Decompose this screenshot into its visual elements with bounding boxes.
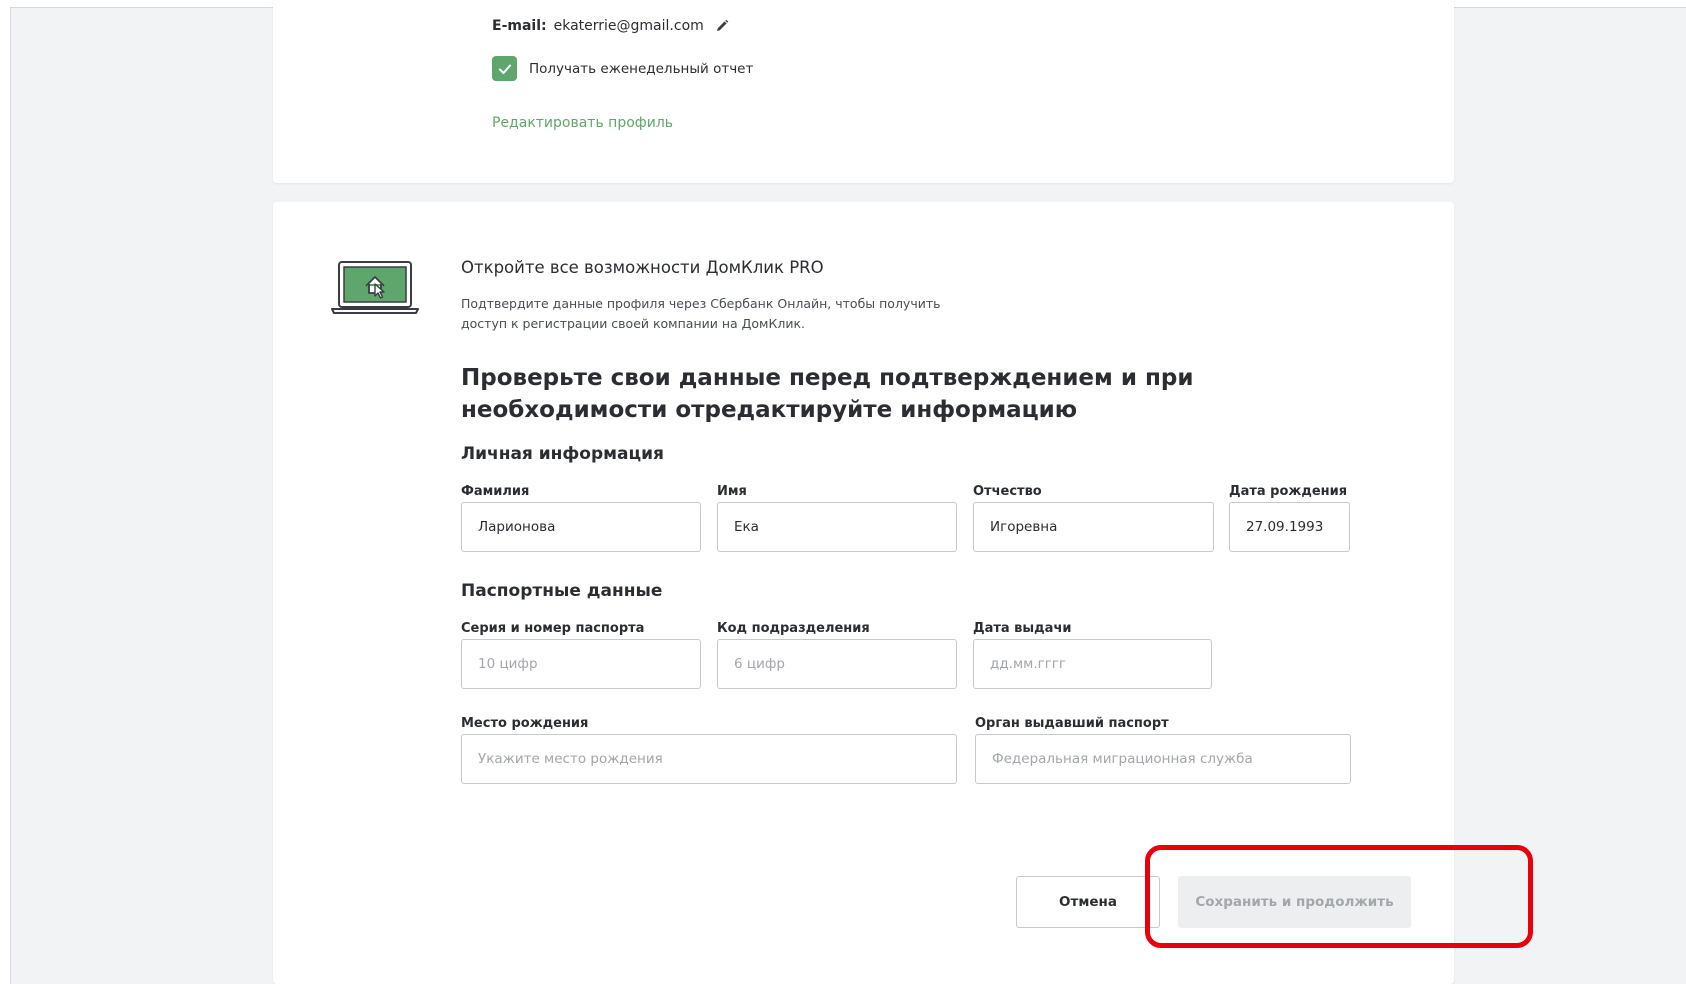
birth-date-field[interactable]: [1229, 502, 1350, 552]
personal-info-title: Личная информация: [461, 444, 664, 464]
email-value: ekaterrie@gmail.com: [553, 18, 704, 34]
issue-date-field[interactable]: [973, 639, 1212, 689]
pencil-icon[interactable]: [715, 19, 729, 33]
edit-profile-link[interactable]: Редактировать профиль: [492, 115, 673, 131]
birth-date-label: Дата рождения: [1229, 484, 1348, 499]
first-name-field[interactable]: [717, 502, 957, 552]
birth-place-field[interactable]: [461, 734, 957, 784]
profile-card: E-mail: ekaterrie@gmail.com Получать еже…: [273, 0, 1454, 183]
promo-title: Откройте все возможности ДомКлик PRO: [461, 258, 824, 277]
cancel-button[interactable]: Отмена: [1016, 876, 1160, 928]
verification-card: Откройте все возможности ДомКлик PRO Под…: [273, 202, 1454, 984]
weekly-report-checkbox[interactable]: [492, 56, 517, 81]
patronymic-field[interactable]: [973, 502, 1214, 552]
page-background: E-mail: ekaterrie@gmail.com Получать еже…: [10, 0, 1686, 984]
save-continue-button[interactable]: Сохранить и продолжить: [1178, 876, 1411, 928]
issuer-field[interactable]: [975, 734, 1351, 784]
laptop-home-icon: [330, 257, 420, 317]
passport-title: Паспортные данные: [461, 581, 663, 601]
birth-place-label: Место рождения: [461, 716, 589, 731]
issue-date-label: Дата выдачи: [973, 621, 1072, 636]
dept-code-label: Код подразделения: [717, 621, 870, 636]
email-label: E-mail:: [492, 18, 547, 34]
passport-number-field[interactable]: [461, 639, 701, 689]
promo-text: Подтвердите данные профиля через Сбербан…: [461, 296, 941, 331]
form-heading: Проверьте свои данные перед подтверждени…: [461, 365, 1194, 423]
dept-code-field[interactable]: [717, 639, 957, 689]
patronymic-label: Отчество: [973, 484, 1042, 499]
weekly-report-row: Получать еженедельный отчет: [492, 56, 753, 81]
check-icon: [498, 64, 511, 74]
last-name-label: Фамилия: [461, 484, 530, 499]
first-name-label: Имя: [717, 484, 747, 499]
weekly-report-label: Получать еженедельный отчет: [529, 60, 754, 77]
email-row: E-mail: ekaterrie@gmail.com: [492, 18, 729, 34]
issuer-label: Орган выдавший паспорт: [975, 716, 1169, 731]
passport-number-label: Серия и номер паспорта: [461, 621, 645, 636]
last-name-field[interactable]: [461, 502, 701, 552]
